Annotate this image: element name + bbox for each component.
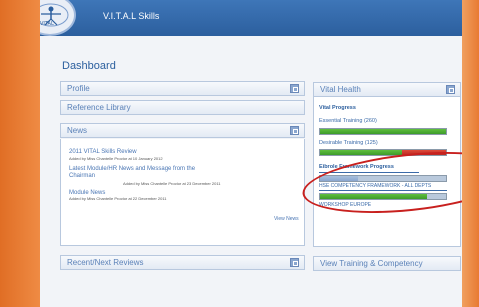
progress-complete-segment [320,129,446,134]
desirable-training-label[interactable]: Desirable Training (125) [319,140,378,146]
news-item-title[interactable]: 2011 VITAL Skills Review [69,149,137,155]
view-news-link[interactable]: View News [274,216,299,222]
news-panel-body: 2011 VITAL Skills Review Added by Miss C… [60,139,305,246]
reference-library-panel-label: Reference Library [67,103,131,112]
news-panel-header[interactable]: News [60,123,305,138]
vital-health-panel-label: Vital Health [320,85,361,94]
news-item-meta: Added by Miss Chantelle Proctor at 10 Ja… [69,156,163,161]
vital-progress-heading: Vital Progress [319,105,356,111]
right-frame [462,0,479,307]
view-training-label: View Training & Competency [320,259,423,268]
profile-panel-label: Profile [67,84,90,93]
expand-icon[interactable] [290,258,299,267]
essential-training-progress-bar [319,128,447,135]
reference-library-panel-header[interactable]: Reference Library [60,100,305,115]
news-item-title-continued[interactable]: Chairman [69,173,95,179]
recent-next-reviews-panel-header[interactable]: Recent/Next Reviews [60,255,305,270]
expand-icon[interactable] [290,126,299,135]
profile-panel-header[interactable]: Profile [60,81,305,96]
expand-icon[interactable] [446,85,455,94]
progress-complete-segment [320,150,402,155]
view-training-panel-header[interactable]: View Training & Competency [313,256,461,271]
vital-health-panel-header[interactable]: Vital Health [313,82,461,97]
app-title: V.I.T.A.L Skills [103,11,160,21]
news-item-title[interactable]: Latest Module/HR News and Message from t… [69,166,195,172]
news-item-meta: Added by Miss Chantelle Proctor at 23 De… [123,181,221,186]
dashboard-page: VITAL V.I.T.A.L Skills Dashboard Profile… [40,0,462,307]
news-item-meta: Added by Miss Chantelle Proctor at 22 De… [69,196,167,201]
left-frame [0,0,40,307]
recent-next-reviews-label: Recent/Next Reviews [67,258,144,267]
app-header: VITAL V.I.T.A.L Skills [40,0,462,36]
essential-training-label[interactable]: Essential Training (260) [319,118,377,124]
vital-logo[interactable]: VITAL [40,0,76,36]
page-title: Dashboard [62,60,116,72]
expand-icon[interactable] [290,84,299,93]
logo-text: VITAL [40,21,54,27]
news-panel-label: News [67,126,88,135]
